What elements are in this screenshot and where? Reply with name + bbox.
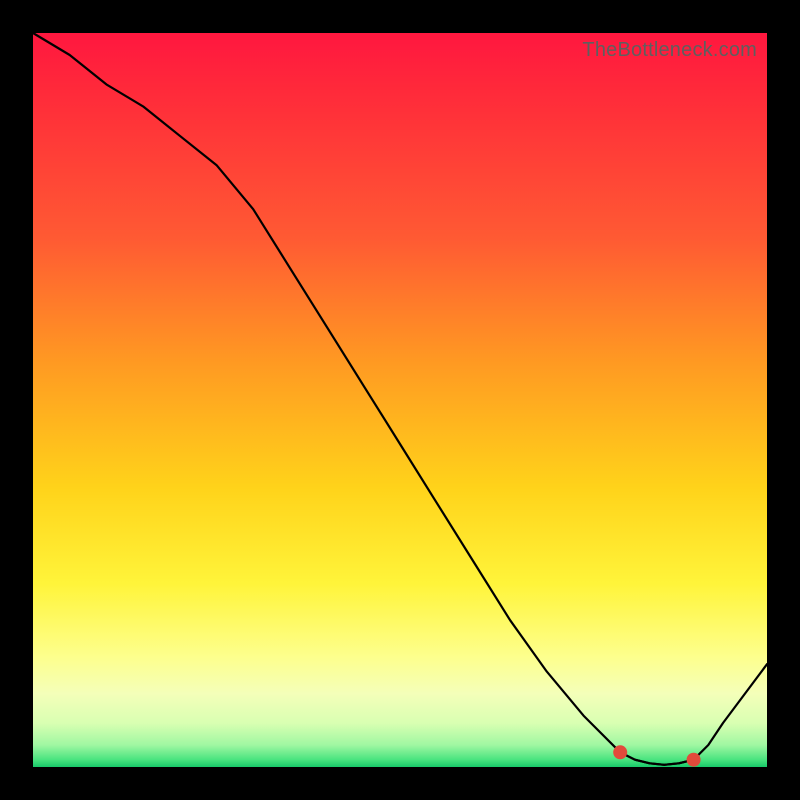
marker-dot xyxy=(687,753,701,767)
marker-dash xyxy=(620,752,693,765)
marker-group xyxy=(613,745,700,766)
plot-area: TheBottleneck.com xyxy=(33,33,767,767)
chart-frame: TheBottleneck.com xyxy=(0,0,800,800)
chart-svg xyxy=(33,33,767,767)
marker-dot xyxy=(613,745,627,759)
line-series xyxy=(33,33,767,765)
